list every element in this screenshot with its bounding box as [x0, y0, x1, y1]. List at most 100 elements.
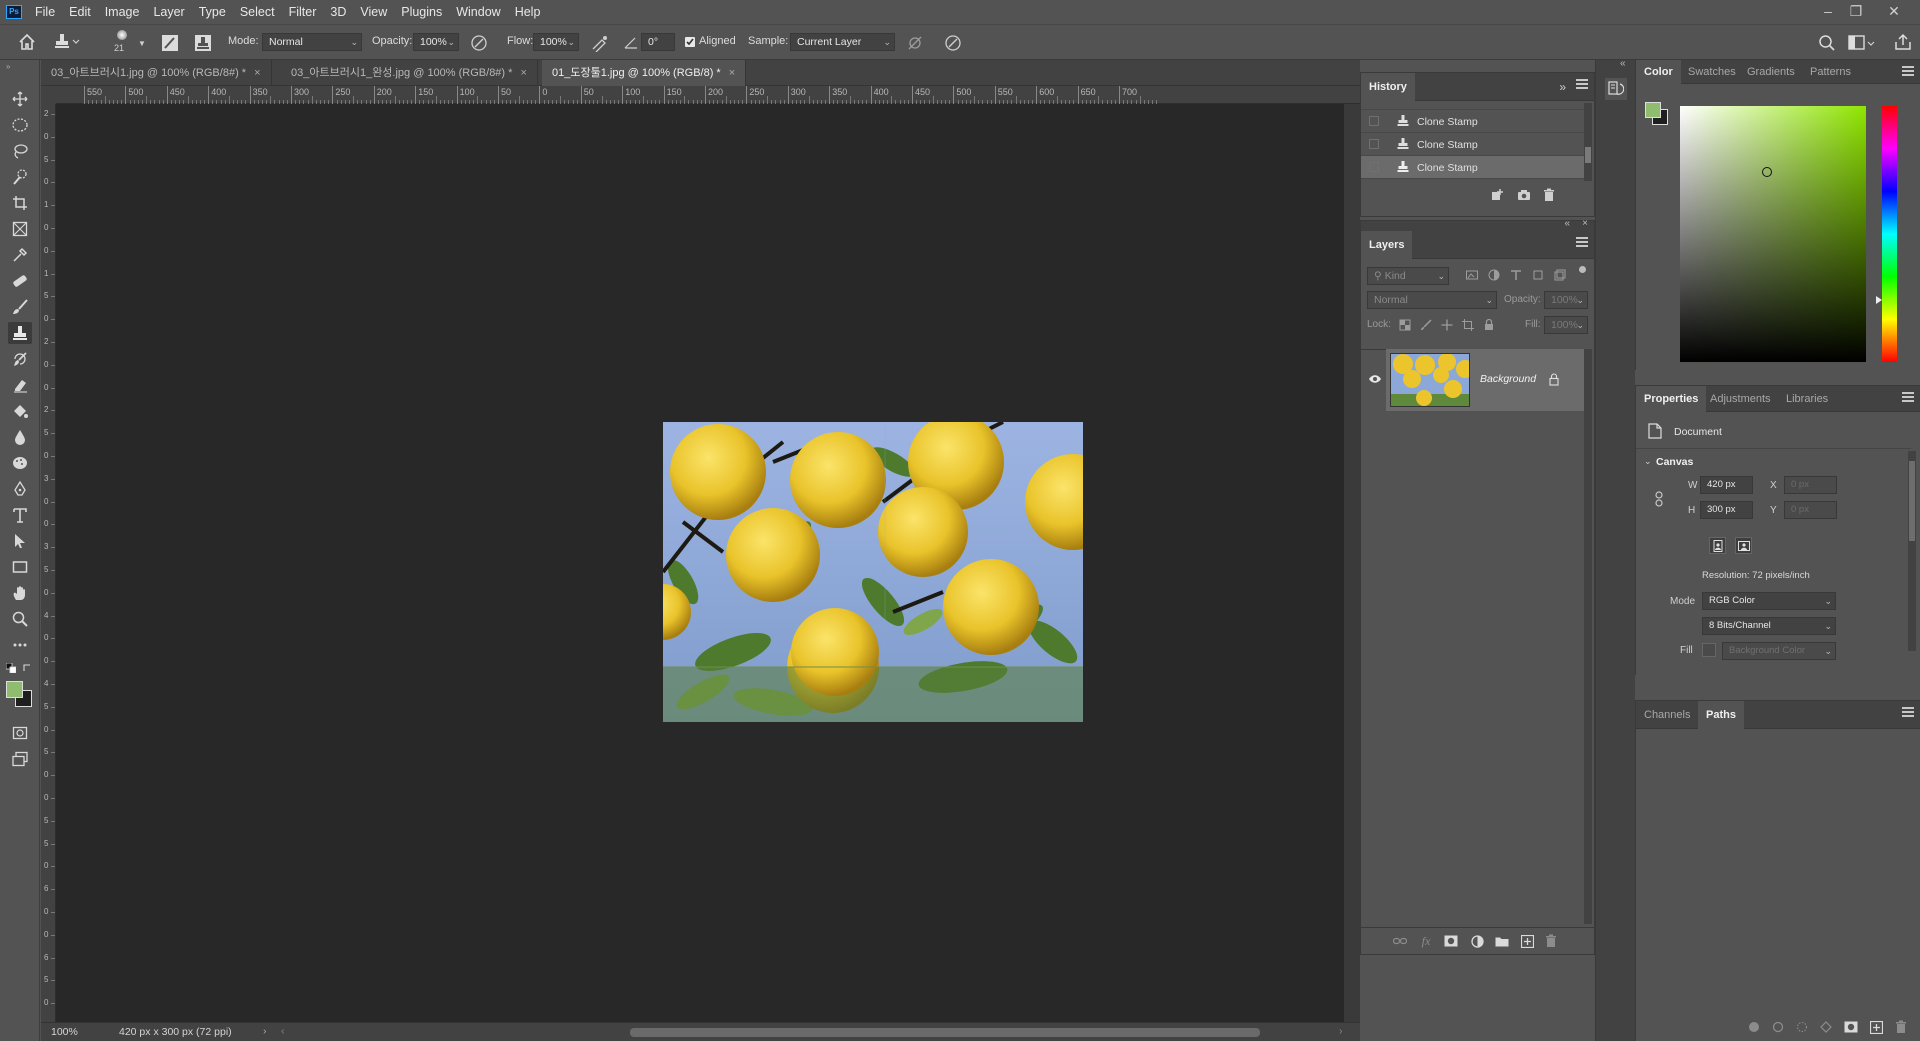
add-mask-icon[interactable] — [1443, 933, 1459, 949]
lock-artboard-icon[interactable] — [1462, 319, 1474, 331]
lasso-tool-icon[interactable] — [8, 140, 32, 162]
close-icon[interactable]: × — [1582, 218, 1588, 229]
new-document-from-state-icon[interactable] — [1490, 187, 1506, 203]
photoshop-logo[interactable]: Ps — [6, 5, 22, 19]
close-icon[interactable]: × — [729, 67, 735, 79]
blur-tool-icon[interactable] — [8, 426, 32, 448]
collapse-panel-icon[interactable]: » — [1559, 80, 1566, 94]
add-mask-icon[interactable] — [1844, 1021, 1858, 1033]
flow-field[interactable]: 100% ⌄ — [533, 33, 579, 51]
ignore-adjustment-layers-icon[interactable] — [906, 34, 924, 52]
tab-patterns[interactable]: Patterns — [1802, 60, 1859, 84]
tab-document-3[interactable]: 01_도장툴1.jpg @ 100% (RGB/8) * × — [542, 60, 747, 86]
trash-icon[interactable] — [1543, 933, 1559, 949]
portrait-orientation-button[interactable] — [1709, 537, 1726, 554]
search-icon[interactable] — [1818, 34, 1836, 52]
type-tool-icon[interactable] — [8, 504, 32, 526]
tab-properties[interactable]: Properties — [1636, 386, 1707, 412]
layers-scrollbar[interactable] — [1584, 349, 1592, 924]
history-scroll-thumb[interactable] — [1585, 147, 1591, 163]
tab-color[interactable]: Color — [1636, 60, 1681, 84]
history-source-checkbox[interactable] — [1369, 162, 1379, 172]
adjustment-layer-icon[interactable] — [1469, 933, 1485, 949]
menu-3d[interactable]: 3D — [323, 0, 353, 24]
angle-field[interactable]: 0° — [641, 33, 675, 51]
tab-document-1[interactable]: 03_아트브러시1.jpg @ 100% (RGB/8#) * × — [41, 60, 272, 86]
canvas-width-field[interactable]: 420 px — [1700, 476, 1753, 494]
layer-opacity-field[interactable]: 100% ⌄ — [1544, 291, 1588, 309]
hue-slider[interactable] — [1882, 106, 1897, 362]
history-scrollbar[interactable] — [1584, 103, 1592, 181]
menu-plugins[interactable]: Plugins — [394, 0, 449, 24]
stroke-path-icon[interactable] — [1772, 1021, 1784, 1033]
menu-type[interactable]: Type — [192, 0, 233, 24]
brush-tool-icon[interactable] — [8, 296, 32, 318]
vertical-scrollbar[interactable] — [1344, 104, 1360, 1022]
menu-help[interactable]: Help — [508, 0, 548, 24]
marquee-tool-icon[interactable] — [8, 114, 32, 136]
opacity-field[interactable]: 100% ⌄ — [413, 33, 459, 51]
clone-source-panel-icon[interactable] — [194, 34, 212, 52]
fx-icon[interactable]: fx — [1418, 933, 1434, 949]
fill-path-icon[interactable] — [1748, 1021, 1760, 1033]
close-icon[interactable]: ✕ — [1880, 0, 1908, 22]
tab-channels[interactable]: Channels — [1636, 701, 1698, 729]
hue-slider-handle[interactable] — [1876, 296, 1882, 304]
new-group-icon[interactable] — [1494, 933, 1510, 949]
pen-tool-icon[interactable] — [8, 478, 32, 500]
close-icon[interactable]: × — [520, 67, 526, 79]
tab-history[interactable]: History — [1361, 73, 1415, 101]
foreground-color-chip[interactable] — [1645, 102, 1661, 118]
eyedropper-tool-icon[interactable] — [8, 244, 32, 266]
tab-libraries[interactable]: Libraries — [1778, 386, 1836, 412]
restore-icon[interactable]: ❐ — [1842, 0, 1870, 22]
chevron-down-icon[interactable]: ▼ — [138, 39, 146, 48]
screen-mode-icon[interactable] — [8, 748, 32, 770]
adjustment-filter-icon[interactable] — [1488, 269, 1500, 281]
new-path-icon[interactable] — [1870, 1020, 1883, 1034]
tab-paths[interactable]: Paths — [1698, 701, 1744, 729]
brush-preset-picker[interactable]: 21 — [112, 29, 132, 57]
paint-bucket-tool-icon[interactable] — [8, 400, 32, 422]
history-item-active[interactable]: Clone Stamp — [1361, 156, 1585, 179]
collapse-panel-icon[interactable]: « — [1620, 58, 1626, 69]
menu-view[interactable]: View — [353, 0, 394, 24]
menu-image[interactable]: Image — [98, 0, 147, 24]
tab-adjustments[interactable]: Adjustments — [1702, 386, 1779, 412]
layer-filter-kind[interactable]: ⚲ Kind ⌄ — [1367, 267, 1449, 285]
history-brush-tool-icon[interactable] — [8, 348, 32, 370]
history-panel-button[interactable] — [1605, 78, 1627, 100]
properties-scrollbar[interactable] — [1908, 451, 1916, 651]
mode-select[interactable]: Normal ⌄ — [262, 33, 362, 51]
airbrush-icon[interactable] — [590, 34, 610, 52]
minimize-icon[interactable]: – — [1814, 0, 1842, 22]
link-dimensions-icon[interactable] — [1654, 491, 1664, 507]
expand-toolbar-icon[interactable]: » — [6, 62, 10, 71]
canvas-y-field[interactable]: 0 px — [1784, 501, 1837, 519]
layer-fill-field[interactable]: 100% ⌄ — [1544, 316, 1588, 334]
filter-toggle-icon[interactable] — [1579, 266, 1586, 273]
clone-stamp-preset-icon[interactable] — [52, 32, 82, 52]
home-icon[interactable] — [18, 33, 36, 51]
panel-menu-icon[interactable] — [1576, 237, 1588, 247]
tab-document-2[interactable]: 03_아트브러시1_완성.jpg @ 100% (RGB/8#) * × — [281, 60, 538, 86]
history-source-checkbox[interactable] — [1369, 116, 1379, 126]
menu-window[interactable]: Window — [449, 0, 507, 24]
collapse-panel-icon[interactable]: « — [1564, 218, 1570, 229]
history-item[interactable]: Clone Stamp — [1361, 133, 1585, 156]
workspace-icon[interactable] — [1848, 34, 1876, 52]
panel-menu-icon[interactable] — [1902, 707, 1914, 717]
menu-select[interactable]: Select — [233, 0, 282, 24]
menu-file[interactable]: File — [28, 0, 62, 24]
canvas-x-field[interactable]: 0 px — [1784, 476, 1837, 494]
scroll-right-icon[interactable]: › — [1339, 1025, 1343, 1037]
landscape-orientation-button[interactable] — [1735, 537, 1752, 554]
camera-icon[interactable] — [1516, 187, 1532, 203]
trash-icon[interactable] — [1541, 187, 1557, 203]
menu-edit[interactable]: Edit — [62, 0, 98, 24]
trash-icon[interactable] — [1895, 1020, 1907, 1034]
smart-object-filter-icon[interactable] — [1554, 269, 1566, 281]
default-colors-icon[interactable] — [6, 663, 16, 673]
pressure-size-icon[interactable] — [944, 34, 962, 52]
chevron-down-icon[interactable]: ⌄ — [1644, 456, 1652, 467]
